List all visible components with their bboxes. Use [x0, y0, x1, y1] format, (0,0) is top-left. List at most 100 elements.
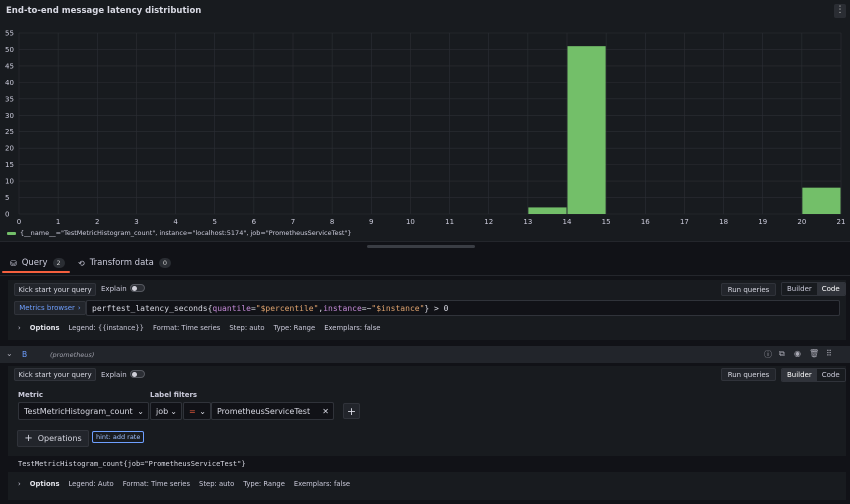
option-legend: Legend: {{instance}}: [68, 324, 145, 332]
chevron-down-icon[interactable]: ⌄: [6, 349, 13, 358]
tab-transform[interactable]: ⟲ Transform data 0: [78, 258, 171, 268]
option-format: Format: Time series: [153, 324, 221, 332]
x-tick-label: 18: [719, 218, 728, 226]
y-tick-label: 25: [5, 128, 14, 136]
x-tick-label: 9: [369, 218, 373, 226]
x-tick-label: 6: [252, 218, 257, 226]
tab-transform-count: 0: [158, 258, 171, 268]
datasource-name: (prometheus): [50, 351, 95, 359]
expr-label-key: quantile: [212, 303, 251, 313]
metrics-browser-button[interactable]: Metrics browser ›: [14, 301, 86, 315]
tab-transform-label: Transform data: [89, 258, 154, 268]
x-tick-label: 17: [680, 218, 689, 226]
option-legend: Legend: Auto: [68, 480, 114, 488]
operations-label: Operations: [37, 434, 82, 443]
latency-chart: 05101520253035404550550 1 2 3 4 5 6 7 8 9 10 11 12 13…: [5, 30, 846, 227]
code-mode-button[interactable]: Code: [816, 369, 845, 381]
x-tick-label: 2: [95, 218, 99, 226]
y-tick-label: 0: [5, 211, 9, 219]
x-tick-label: 20: [797, 218, 806, 226]
explain-label: Explain: [101, 371, 127, 379]
chevron-down-icon: ⌄: [170, 406, 177, 416]
close-icon[interactable]: ✕: [322, 407, 329, 416]
x-tick-label: 13: [523, 218, 532, 226]
x-tick-label: 7: [291, 218, 295, 226]
chevron-right-icon: ›: [18, 480, 21, 488]
hint-add-rate[interactable]: hint: add rate: [92, 431, 145, 443]
query-options[interactable]: › Options Legend: Auto Format: Time seri…: [18, 480, 350, 488]
legend[interactable]: {__name__="TestMetricHistogram_count", i…: [7, 229, 352, 237]
run-queries-button[interactable]: Run queries: [721, 283, 776, 296]
y-tick-label: 30: [5, 112, 14, 120]
database-icon: ⛁: [10, 258, 17, 268]
tab-query[interactable]: ⛁ Query 2: [10, 258, 65, 268]
x-tick-label: 10: [406, 218, 415, 226]
x-tick-label: 19: [758, 218, 767, 226]
metric-select[interactable]: TestMetricHistogram_count ⌄: [18, 402, 149, 420]
query-options[interactable]: › Options Legend: {{instance}} Format: T…: [18, 324, 380, 332]
editor-mode-switch: Builder Code: [781, 282, 846, 296]
eye-icon[interactable]: ◉: [794, 349, 801, 358]
add-filter-button[interactable]: +: [343, 403, 360, 419]
y-tick-label: 50: [5, 46, 14, 54]
expr-label-key: instance: [323, 303, 362, 313]
y-tick-label: 15: [5, 161, 14, 169]
operations-button[interactable]: + Operations: [17, 430, 89, 447]
label-value-select[interactable]: PrometheusServiceTest ✕: [211, 402, 334, 420]
x-tick-label: 1: [56, 218, 60, 226]
kick-start-button[interactable]: Kick start your query: [14, 283, 96, 296]
help-icon[interactable]: ⓘ: [764, 349, 772, 360]
more-vertical-icon[interactable]: ⋮: [834, 4, 846, 18]
plus-icon: +: [24, 433, 33, 444]
y-tick-label: 20: [5, 145, 14, 153]
expr-label-value: "$percentile": [255, 303, 319, 313]
explain-label: Explain: [101, 285, 127, 293]
active-tab-indicator: [2, 271, 70, 273]
metric-value: TestMetricHistogram_count: [24, 406, 133, 416]
option-exemplars: Exemplars: false: [293, 480, 351, 488]
query-ref-name[interactable]: B: [22, 350, 27, 359]
option-type: Type: Range: [273, 324, 316, 332]
expr-op: =~: [361, 303, 372, 313]
option-step: Step: auto: [229, 324, 265, 332]
tab-query-label: Query: [21, 258, 48, 268]
promql-code-input[interactable]: perftest_latency_seconds{quantile = "$perc…: [86, 300, 840, 316]
y-tick-label: 45: [5, 62, 14, 70]
x-tick-label: 3: [134, 218, 138, 226]
histogram-bar: [567, 46, 606, 214]
option-format: Format: Time series: [122, 480, 191, 488]
option-type: Type: Range: [243, 480, 285, 488]
kick-start-button[interactable]: Kick start your query: [14, 368, 96, 381]
builder-mode-button[interactable]: Builder: [782, 369, 817, 381]
options-label: Options: [29, 324, 60, 332]
query-preview: TestMetricHistogram_count{job="Prometheu…: [8, 456, 846, 472]
drag-handle-icon[interactable]: ⠿: [826, 349, 832, 358]
builder-mode-button[interactable]: Builder: [782, 283, 817, 295]
histogram-bar: [528, 207, 567, 214]
explain-toggle[interactable]: [130, 370, 145, 378]
query-b-header: ⌄ B (prometheus) ⓘ ⧉ ◉ 🗑 ⠿: [0, 346, 850, 363]
x-tick-label: 0: [17, 218, 21, 226]
x-tick-label: 21: [837, 218, 846, 226]
tab-query-count: 2: [52, 258, 65, 268]
label-operator-select[interactable]: = ⌄: [183, 402, 211, 420]
transform-icon: ⟲: [78, 258, 85, 268]
duplicate-icon[interactable]: ⧉: [779, 349, 785, 359]
panel-resize-handle[interactable]: [367, 245, 475, 248]
label-value-value: PrometheusServiceTest: [217, 406, 311, 416]
label-key-value: job: [156, 406, 169, 416]
label-key-select[interactable]: job ⌄: [150, 402, 182, 420]
run-queries-button[interactable]: Run queries: [721, 368, 776, 381]
chevron-down-icon: ⌄: [199, 406, 206, 416]
trash-icon[interactable]: 🗑: [809, 349, 819, 358]
y-tick-label: 55: [5, 30, 14, 38]
x-tick-label: 16: [641, 218, 650, 226]
y-tick-label: 10: [5, 178, 14, 186]
chevron-down-icon: ⌄: [137, 406, 144, 416]
x-tick-label: 15: [602, 218, 611, 226]
expr-label-value: "$instance": [371, 303, 425, 313]
panel: 0 5 10 15 20 25 30 35 40 45 50 55 0 1 2 3 4 5 6 7 8 9 10 11 12 13…: [0, 0, 850, 242]
metric-label: Metric: [18, 391, 44, 399]
explain-toggle[interactable]: [130, 284, 145, 292]
code-mode-button[interactable]: Code: [816, 283, 845, 295]
